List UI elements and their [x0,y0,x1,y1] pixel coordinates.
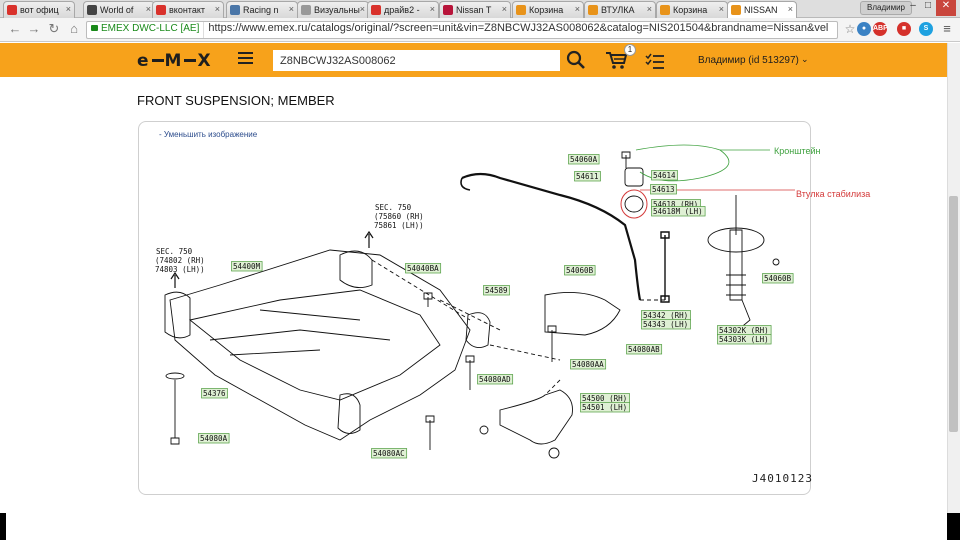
address-bar[interactable]: EMEX DWC-LLC [AE] https://www.emex.ru/cat… [86,21,838,39]
browser-tab-label: World of [100,5,134,15]
close-tab-icon[interactable]: × [215,4,220,14]
chevron-down-icon[interactable]: ⌄ [801,54,809,65]
wot-icon [87,5,97,15]
close-tab-icon[interactable]: × [289,4,294,14]
browser-tab-label: ВТУЛКА [601,5,635,15]
emex-icon [588,5,598,15]
browser-tab-label: NISSAN [744,5,778,15]
screen-bottom-fill [6,513,947,540]
page-title: FRONT SUSPENSION; MEMBER [137,93,335,108]
browser-tab[interactable]: NISSAN × [727,1,797,18]
home-icon[interactable]: ⌂ [66,21,82,37]
back-icon[interactable]: ← [7,21,23,37]
browser-tab[interactable]: ВТУЛКА × [584,1,656,18]
site-header: eMX Владимир (id 513297) ⌄ [0,43,947,77]
browser-profile-chip[interactable]: Владимир [859,1,912,15]
browser-tab[interactable]: Корзина × [656,1,728,18]
ev-certificate-badge[interactable]: EMEX DWC-LLC [AE] [87,22,205,38]
vin-search-input[interactable] [273,50,560,71]
emex-icon [731,5,741,15]
browser-tab-label: Корзина [673,5,708,15]
emex-icon [516,5,526,15]
url-text: https://www.emex.ru/catalogs/original/?s… [208,22,829,34]
close-tab-icon[interactable]: × [360,4,365,14]
search-icon[interactable] [566,50,586,70]
emex-icon [660,5,670,15]
browser-tab-label: драйв2 - [384,5,420,15]
cart-count-badge: 1 [624,44,636,56]
browser-tab-label: Nissan T [456,5,492,15]
browser-tab-strip: вот офиц × World of × вконтакт × Racing n × Визу… [0,0,960,18]
close-tab-icon[interactable]: × [146,4,151,14]
forward-icon[interactable]: → [26,21,42,37]
close-window-icon[interactable]: ✕ [936,0,956,16]
browser-tab[interactable]: Nissan T × [439,1,511,18]
adblock-icon[interactable]: ABP [873,22,888,36]
browser-tab[interactable]: World of × [83,1,155,18]
close-tab-icon[interactable]: × [575,4,580,14]
browser-tab-label: вконтакт [169,5,205,15]
browser-tab-label: Визуальны [314,5,360,15]
browser-tab[interactable]: вконтакт × [152,1,224,18]
yandex-icon [7,5,17,15]
browser-tab[interactable]: драйв2 - × [367,1,439,18]
doc-icon [301,5,311,15]
bracket-annotation: Кронштейн [774,146,821,156]
close-tab-icon[interactable]: × [647,4,652,14]
vk-icon [230,5,240,15]
yandex-icon [371,5,381,15]
extension-red-icon[interactable]: ■ [897,22,911,36]
shrink-image-link[interactable]: - Уменьшить изображение [159,130,257,139]
emex-logo[interactable]: eMX [137,51,213,71]
d-icon [443,5,453,15]
lock-icon [91,25,98,31]
browser-tab[interactable]: Racing n × [226,1,298,18]
hamburger-menu-icon[interactable] [238,52,253,65]
cart-icon[interactable] [605,50,627,70]
browser-tab[interactable]: Корзина × [512,1,584,18]
reload-icon[interactable]: ↻ [46,21,62,37]
yandex-icon [156,5,166,15]
extension-drop-icon[interactable]: ● [857,22,871,36]
maximize-icon[interactable]: □ [921,0,935,16]
browser-tab-label: вот офиц [20,5,59,15]
close-tab-icon[interactable]: × [502,4,507,14]
diagram-container [138,121,811,495]
scrollbar-thumb[interactable] [949,196,958,432]
diagram-code: J4010123 [752,472,813,485]
menu-icon[interactable]: ≡ [939,21,955,37]
user-account-link[interactable]: Владимир (id 513297) [698,55,799,66]
close-tab-icon[interactable]: × [66,4,71,14]
bushing-annotation: Втулка стабилиза [796,189,871,199]
skype-icon[interactable]: S [919,22,933,36]
checklist-icon[interactable] [645,53,665,69]
minimize-icon[interactable]: – [906,0,920,16]
close-tab-icon[interactable]: × [719,4,724,14]
close-tab-icon[interactable]: × [430,4,435,14]
browser-tab[interactable]: Визуальны × [297,1,369,18]
browser-toolbar: ← → ↻ ⌂ EMEX DWC-LLC [AE] https://www.eme… [0,18,960,42]
star-icon[interactable]: ☆ [842,21,858,37]
close-tab-icon[interactable]: × [788,4,793,14]
browser-tab-label: Корзина [529,5,564,15]
browser-tab-label: Racing n [243,5,279,15]
browser-tab[interactable]: вот офиц × [3,1,75,18]
